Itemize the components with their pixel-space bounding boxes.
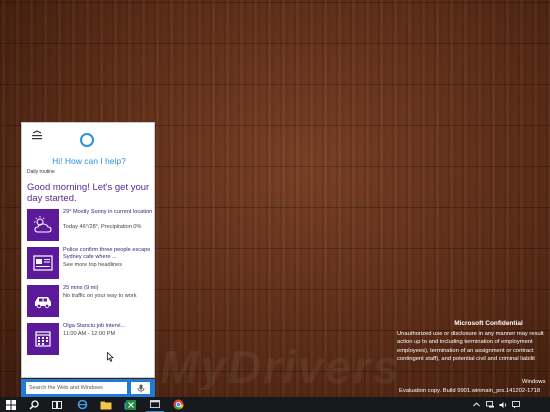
card-subtitle: No traffic on your way to work <box>63 293 137 299</box>
card-title: Police confirm three people escape Sydne… <box>63 247 151 260</box>
task-view-icon[interactable] <box>48 397 66 412</box>
card-title: 25 mins (9 mi) <box>63 285 99 291</box>
evaluation-text: Evaluation copy. Build 9901.winmain_prs.… <box>399 388 541 394</box>
card-subtitle: 11:00 AM - 12:00 PM <box>63 331 116 337</box>
network-icon[interactable] <box>484 399 496 410</box>
confidential-line: contingent staff), and potential civil a… <box>397 356 535 362</box>
confidential-line: action up to and including termination o… <box>397 339 533 345</box>
cortana-panel: Hi! How can I help? Daily routine Good m… <box>21 122 155 378</box>
search-bar: Search the Web and Windows <box>21 379 155 397</box>
news-card[interactable]: Police confirm three people escape Sydne… <box>27 247 153 279</box>
window-icon[interactable] <box>146 397 164 412</box>
card-subtitle: See more top headlines <box>63 262 123 268</box>
search-icon[interactable] <box>25 397 43 412</box>
calendar-card[interactable]: Olga Stanciu job intervi... 11:00 AM - 1… <box>27 323 153 355</box>
weather-cloud-icon <box>27 209 59 241</box>
internet-explorer-icon[interactable] <box>73 397 91 412</box>
confidential-title: Microsoft Confidential <box>454 320 523 327</box>
chrome-icon[interactable] <box>169 397 187 412</box>
build-watermark: Windows Evaluation copy. Build 9901.winm… <box>399 378 550 396</box>
volume-icon[interactable] <box>497 399 509 410</box>
os-name: Windows <box>522 379 546 385</box>
confidential-line: Unauthorized use or disclosure in any ma… <box>397 330 544 337</box>
cortana-prompt: Hi! How can I help? <box>52 156 126 166</box>
excel-icon[interactable] <box>122 397 140 412</box>
card-title: Olga Stanciu job intervi... <box>63 323 126 329</box>
morning-headline: Good morning! Let's get your day started… <box>27 182 150 204</box>
card-title: 29° Mostly Sunny in current location <box>63 209 153 215</box>
menu-icon[interactable] <box>31 130 43 140</box>
cortana-icon[interactable] <box>80 133 94 147</box>
news-icon <box>27 247 59 279</box>
notifications-icon[interactable] <box>510 399 522 410</box>
section-label: Daily routine <box>27 169 55 175</box>
microphone-button[interactable] <box>131 382 150 394</box>
weather-card[interactable]: 29° Mostly Sunny in current location Tod… <box>27 209 153 241</box>
mouse-cursor-icon <box>107 349 114 367</box>
taskbar <box>0 397 550 412</box>
calendar-icon <box>27 323 59 355</box>
search-input[interactable]: Search the Web and Windows <box>26 382 127 394</box>
microphone-icon <box>137 384 144 392</box>
confidential-line: employees), termination of an assignment… <box>397 347 534 354</box>
chevron-up-icon[interactable] <box>470 399 482 410</box>
confidential-notice: Microsoft Confidential Unauthorized use … <box>397 320 550 364</box>
file-explorer-icon[interactable] <box>97 397 115 412</box>
car-icon <box>27 285 59 317</box>
card-subtitle: Today 46°/28°, Precipitation 0% <box>63 224 142 230</box>
windows-start-icon[interactable] <box>2 397 20 412</box>
traffic-card[interactable]: 25 mins (9 mi) No traffic on your way to… <box>27 285 153 317</box>
